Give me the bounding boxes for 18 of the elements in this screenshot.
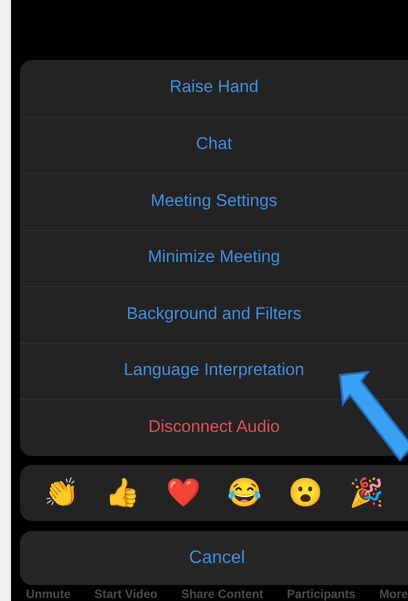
toolbar-label: Participants — [286, 586, 356, 600]
menu-item[interactable]: Minimize Meeting — [20, 230, 408, 286]
menu-item[interactable]: Meeting Settings — [20, 173, 408, 230]
reaction-button[interactable]: 😂 — [227, 478, 262, 506]
toolbar-label: Start Video — [94, 586, 158, 600]
toolbar-label: Share Content — [181, 586, 264, 600]
reaction-button[interactable]: 👍 — [105, 478, 140, 506]
reaction-button[interactable]: 😮 — [288, 478, 323, 506]
arrow-icon — [338, 370, 408, 462]
reaction-button[interactable]: 👏 — [44, 478, 79, 506]
toolbar-label: Unmute — [26, 586, 71, 600]
cancel-button[interactable]: Cancel — [20, 530, 408, 584]
reaction-button[interactable]: ❤ — [166, 478, 201, 506]
menu-item[interactable]: Background and Filters — [20, 286, 408, 342]
menu-item[interactable]: Chat — [20, 116, 408, 173]
toolbar-label: More — [379, 586, 408, 600]
reaction-button[interactable]: 🎉 — [349, 478, 384, 506]
menu-item[interactable]: Raise Hand — [20, 60, 408, 116]
